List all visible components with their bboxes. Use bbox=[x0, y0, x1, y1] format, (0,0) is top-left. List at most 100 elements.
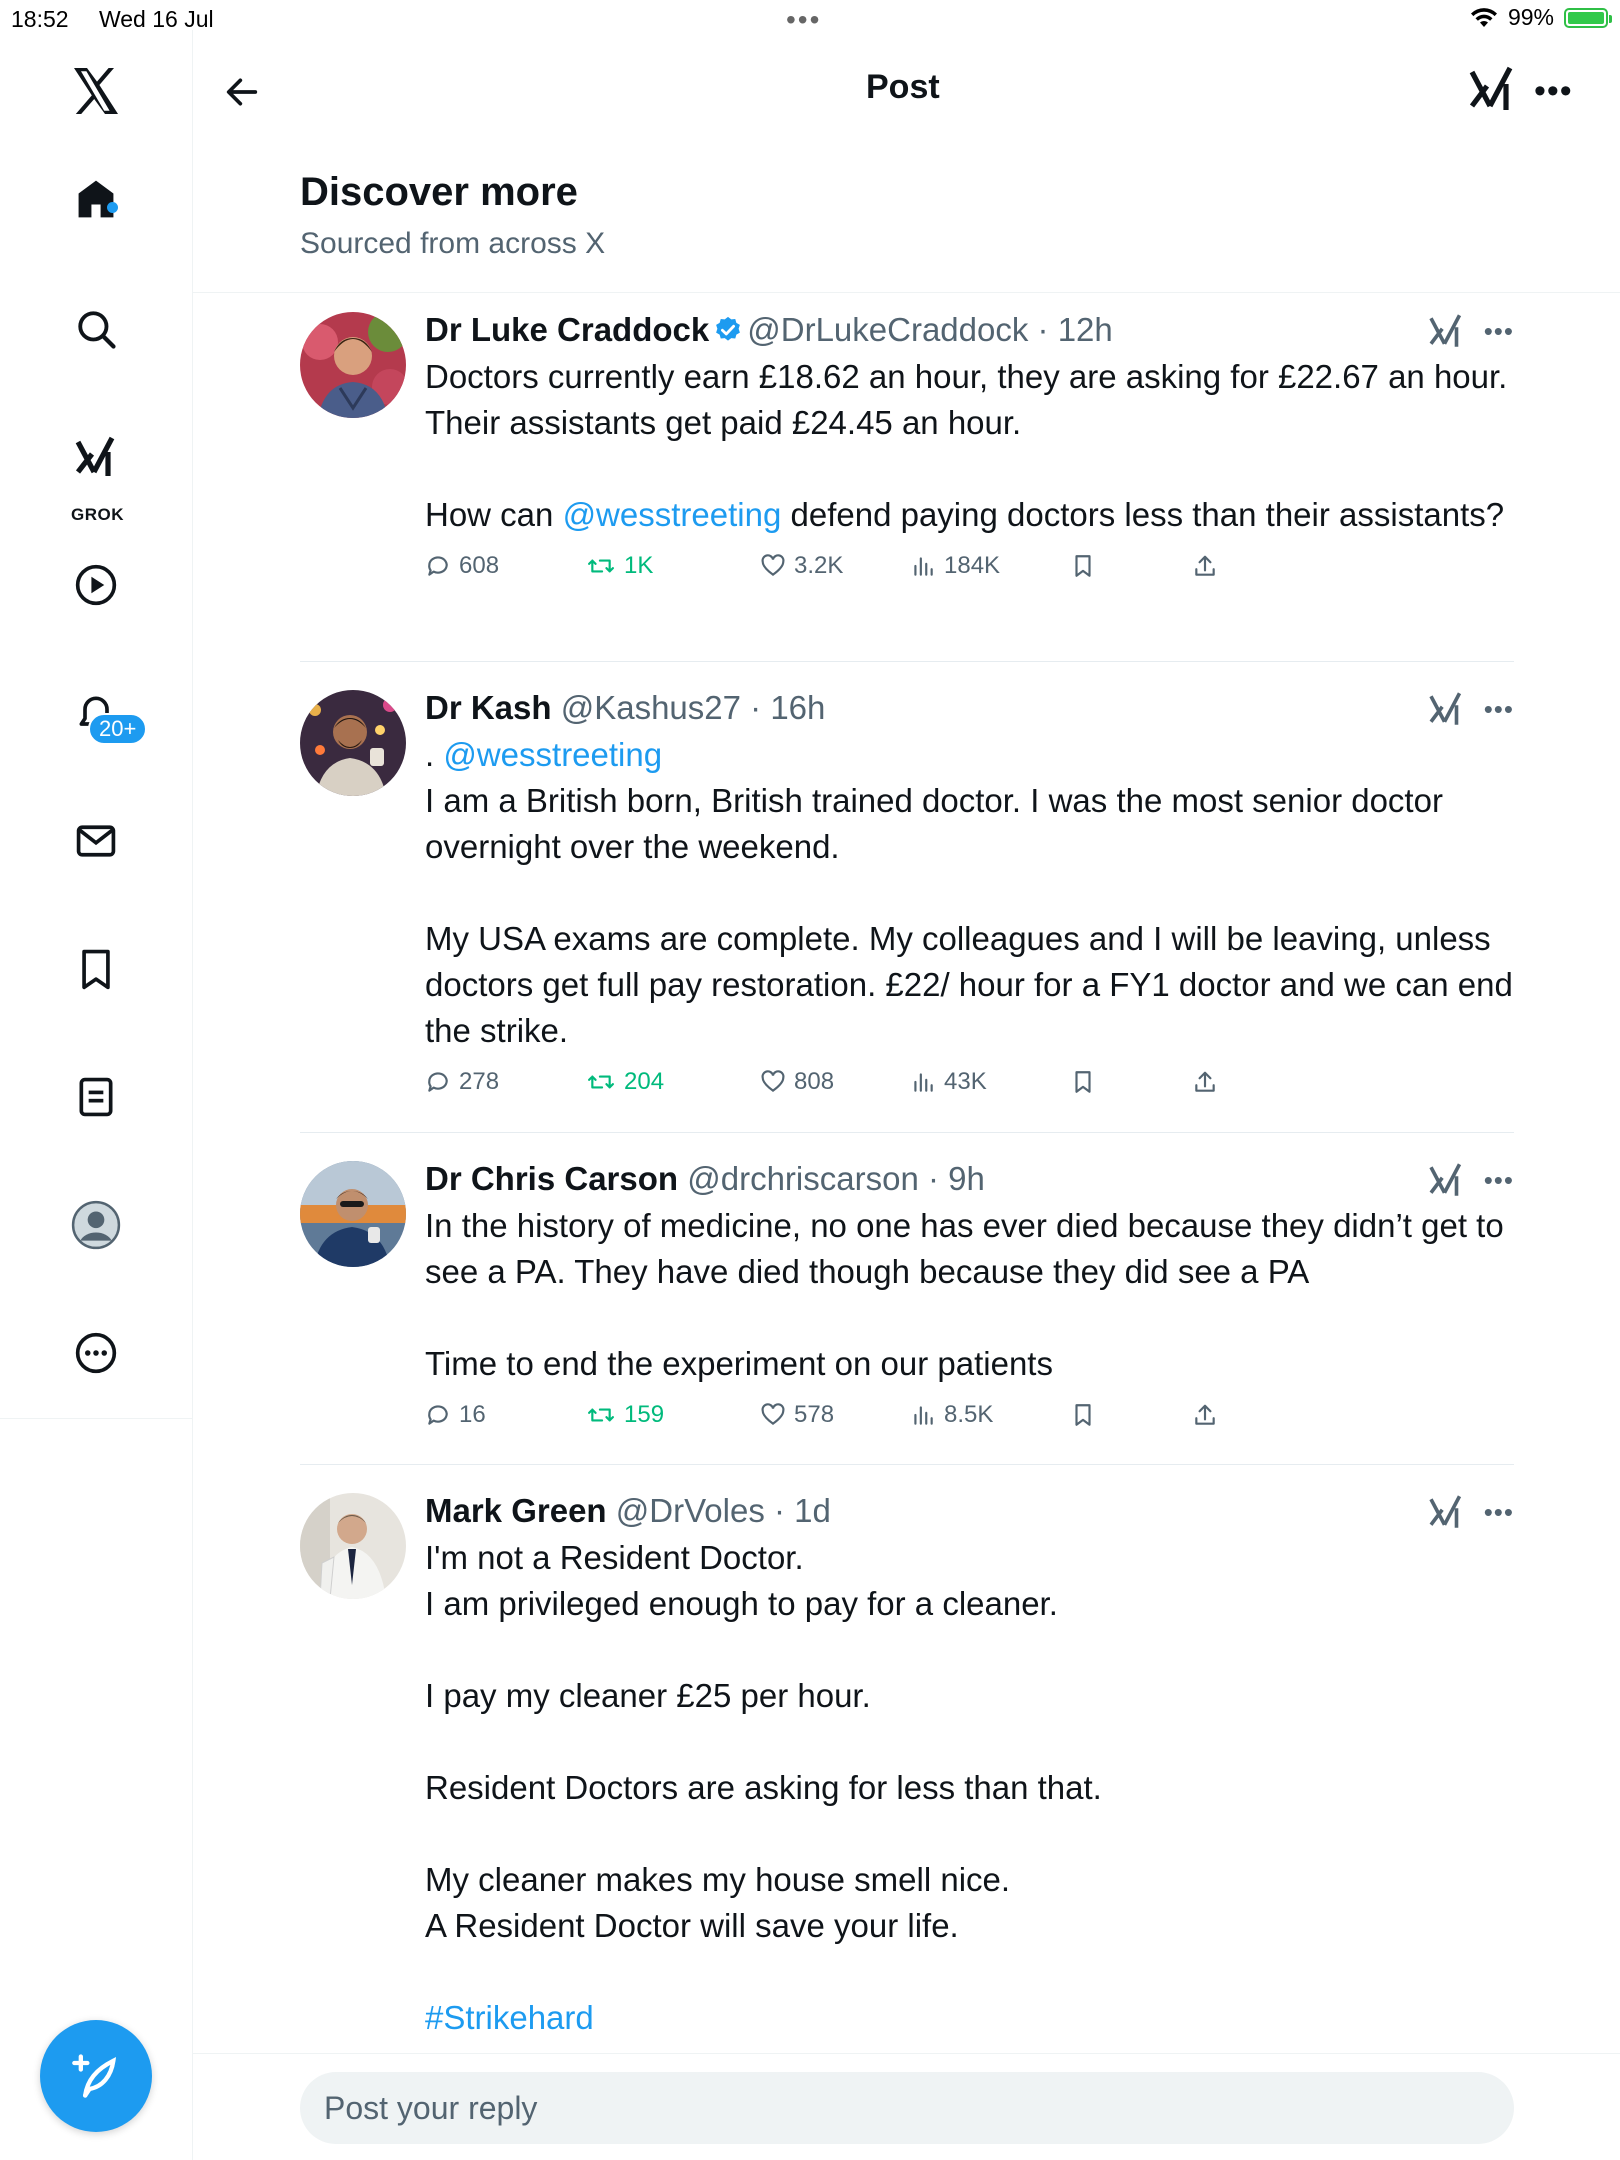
avatar[interactable] bbox=[300, 1161, 406, 1267]
reply-input[interactable]: Post your reply bbox=[300, 2072, 1514, 2144]
home-unread-dot bbox=[107, 202, 118, 213]
views-count: 184K bbox=[944, 552, 1001, 579]
page-title: Post bbox=[866, 68, 940, 106]
avatar[interactable] bbox=[300, 1493, 406, 1599]
post-top-actions: ••• bbox=[1428, 1493, 1514, 1531]
bookmark-icon bbox=[1075, 1071, 1091, 1093]
repost-button[interactable]: 159 bbox=[586, 1401, 760, 1429]
heart-icon bbox=[761, 1070, 785, 1092]
like-button[interactable]: 578 bbox=[760, 1401, 910, 1429]
hashtag-link[interactable]: #Strikehard bbox=[425, 1999, 594, 2036]
bookmark-button[interactable] bbox=[1070, 553, 1192, 579]
post-separator: · bbox=[764, 1492, 795, 1529]
repost-count: 159 bbox=[624, 1401, 665, 1428]
repost-button[interactable]: 1K bbox=[586, 552, 760, 580]
post-top-actions: ••• bbox=[1428, 312, 1514, 350]
post-author[interactable]: Dr Chris Carson bbox=[425, 1160, 678, 1197]
post-author[interactable]: Mark Green bbox=[425, 1492, 607, 1529]
views-button[interactable]: 8.5K bbox=[910, 1401, 1070, 1429]
heart-icon bbox=[761, 554, 785, 576]
repost-button[interactable]: 204 bbox=[586, 1068, 760, 1096]
grok-explain-icon[interactable] bbox=[1428, 312, 1464, 350]
share-button[interactable] bbox=[1192, 1402, 1218, 1428]
post-divider bbox=[300, 1464, 1514, 1465]
grok-explain-icon[interactable] bbox=[1428, 690, 1464, 728]
back-arrow-icon bbox=[226, 78, 258, 106]
post-more-icon[interactable]: ••• bbox=[1484, 1165, 1514, 1196]
like-count: 3.2K bbox=[794, 552, 844, 579]
post-handle[interactable]: @Kashus27 bbox=[561, 689, 741, 726]
post-hashtag-line: #Strikehard bbox=[425, 1995, 1514, 2041]
reply-count: 278 bbox=[459, 1068, 500, 1095]
post-author[interactable]: Dr Luke Craddock bbox=[425, 311, 709, 348]
post-divider bbox=[300, 661, 1514, 662]
share-button[interactable] bbox=[1192, 1069, 1218, 1095]
grok-explain-icon[interactable] bbox=[1428, 1493, 1464, 1531]
battery-fill bbox=[1568, 11, 1604, 24]
multitasking-dots-icon[interactable]: ••• bbox=[786, 4, 821, 36]
lists-icon[interactable] bbox=[71, 1072, 121, 1122]
reply-divider bbox=[192, 2053, 1620, 2054]
reply-icon bbox=[428, 1072, 448, 1092]
post-text: In the history of medicine, no one has e… bbox=[425, 1207, 1504, 1382]
like-button[interactable]: 3.2K bbox=[760, 552, 910, 580]
post-handle[interactable]: @drchriscarson bbox=[687, 1160, 919, 1197]
more-options-circle-icon[interactable] bbox=[71, 1328, 121, 1378]
search-icon[interactable] bbox=[71, 304, 121, 354]
post-time[interactable]: 1d bbox=[794, 1492, 831, 1529]
like-button[interactable]: 808 bbox=[760, 1068, 910, 1096]
post-handle[interactable]: @DrVoles bbox=[616, 1492, 765, 1529]
post-text-part: . bbox=[425, 736, 444, 773]
views-button[interactable]: 43K bbox=[910, 1068, 1070, 1096]
mention-link[interactable]: @wesstreeting bbox=[443, 736, 662, 773]
reply-icon bbox=[428, 1405, 448, 1425]
mention-link[interactable]: @wesstreeting bbox=[563, 496, 782, 533]
views-button[interactable]: 184K bbox=[910, 552, 1070, 580]
post-time[interactable]: 16h bbox=[770, 689, 825, 726]
verified-badge-icon bbox=[716, 316, 741, 341]
discover-subtitle: Sourced from across X bbox=[300, 227, 606, 260]
reply-button[interactable]: 608 bbox=[425, 552, 586, 580]
profile-avatar-icon[interactable] bbox=[71, 1200, 121, 1250]
post-action-bar: 278 204 808 43K bbox=[425, 1062, 1514, 1102]
post-author[interactable]: Dr Kash bbox=[425, 689, 552, 726]
avatar[interactable] bbox=[300, 312, 406, 418]
grok-explain-icon[interactable] bbox=[1428, 1161, 1464, 1199]
reply-button[interactable]: 16 bbox=[425, 1401, 586, 1429]
sidebar: GROK 20+ bbox=[0, 30, 193, 2160]
like-count: 808 bbox=[794, 1068, 835, 1095]
back-button[interactable] bbox=[220, 70, 264, 114]
post-separator: · bbox=[918, 1160, 949, 1197]
grok-icon[interactable] bbox=[71, 432, 121, 482]
home-icon[interactable] bbox=[71, 174, 121, 224]
bookmark-button[interactable] bbox=[1070, 1402, 1192, 1428]
post-divider bbox=[300, 1132, 1514, 1133]
post-time[interactable]: 9h bbox=[948, 1160, 985, 1197]
share-button[interactable] bbox=[1192, 553, 1218, 579]
compose-post-button[interactable] bbox=[40, 2020, 152, 2132]
reply-button[interactable]: 278 bbox=[425, 1068, 586, 1096]
views-chart-icon bbox=[914, 557, 933, 576]
post-handle[interactable]: @DrLukeCraddock bbox=[747, 311, 1028, 348]
bookmarks-icon[interactable] bbox=[71, 944, 121, 994]
post-more-icon[interactable]: ••• bbox=[1484, 316, 1514, 347]
x-logo-icon[interactable] bbox=[71, 66, 121, 116]
post-text: . @wesstreeting I am a British born, Bri… bbox=[425, 732, 1514, 1054]
views-count: 43K bbox=[944, 1068, 987, 1095]
bookmark-icon bbox=[1075, 1404, 1091, 1426]
post-top-actions: ••• bbox=[1428, 690, 1514, 728]
post-more-icon[interactable]: ••• bbox=[1484, 1497, 1514, 1528]
grok-header-icon[interactable] bbox=[1468, 64, 1516, 119]
avatar[interactable] bbox=[300, 690, 406, 796]
share-icon bbox=[1195, 1071, 1215, 1092]
header-more-icon[interactable]: ••• bbox=[1534, 72, 1573, 111]
discover-title: Discover more bbox=[300, 170, 578, 214]
messages-envelope-icon[interactable] bbox=[71, 816, 121, 866]
bookmark-button[interactable] bbox=[1070, 1069, 1192, 1095]
post-header: Mark Green @DrVoles · 1d bbox=[425, 1491, 1514, 1531]
post-time[interactable]: 12h bbox=[1058, 311, 1113, 348]
post-more-icon[interactable]: ••• bbox=[1484, 694, 1514, 725]
reply-icon bbox=[428, 556, 448, 576]
reply-count: 608 bbox=[459, 552, 500, 579]
video-play-icon[interactable] bbox=[71, 560, 121, 610]
